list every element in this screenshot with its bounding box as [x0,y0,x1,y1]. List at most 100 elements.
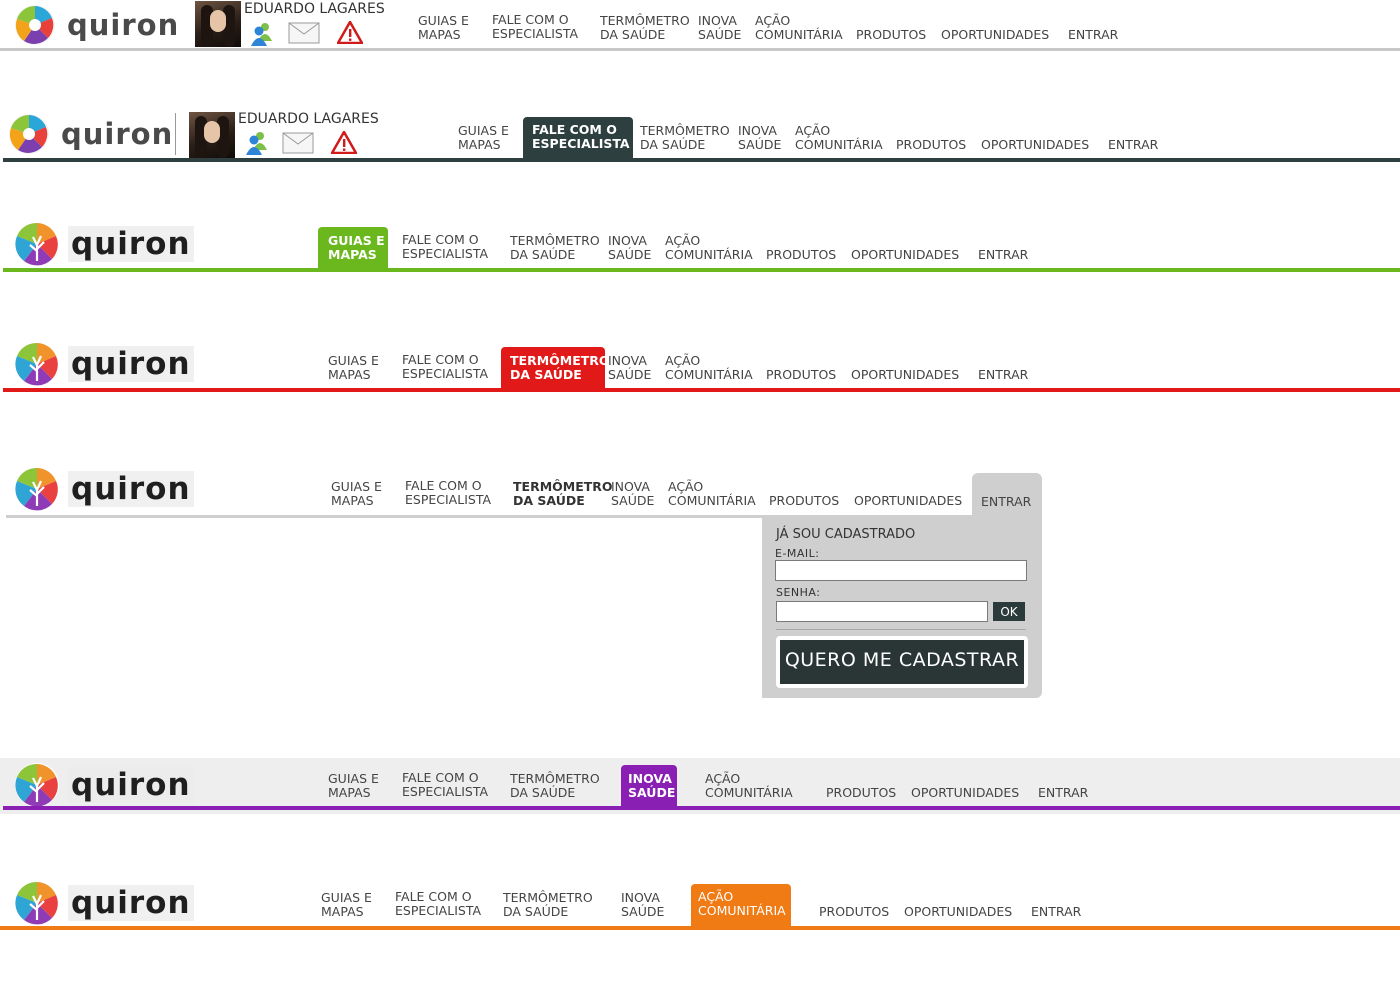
nav-produtos[interactable]: PRODUTOS [769,494,839,508]
user-avatar[interactable] [195,1,241,47]
login-separator [776,629,1026,630]
nav-entrar[interactable]: ENTRAR [1068,28,1118,42]
quiron-wordmark: quiron [68,767,194,803]
quiron-wordmark: quiron [61,117,174,151]
nav-termometro-saude[interactable]: TERMÔMETRO DA SAÚDE [510,234,600,262]
nav-oportunidades[interactable]: OPORTUNIDADES [981,138,1089,152]
nav-guias-mapas-active[interactable]: GUIAS E MAPAS [318,227,388,269]
ok-button[interactable]: OK [993,602,1025,621]
quiron-logo[interactable]: quiron [14,221,194,267]
quiron-tree-logo-icon [15,467,59,511]
quiron-tree-logo-icon [15,763,59,807]
nav-inova-saude[interactable]: INOVA SAÚDE [698,14,741,42]
nav-acao-comunitaria[interactable]: AÇÃO COMUNITÁRIA [755,14,843,42]
nav-guias-mapas[interactable]: GUIAS E MAPAS [328,354,379,382]
nav-entrar[interactable]: ENTRAR [1108,138,1158,152]
quiron-logo[interactable]: quiron [14,341,194,387]
nav-entrar[interactable]: ENTRAR [978,368,1028,382]
nav-guias-mapas[interactable]: GUIAS E MAPAS [418,14,469,42]
quiron-logo[interactable]: quiron [14,466,194,512]
nav-entrar-active[interactable]: ENTRAR [972,473,1042,519]
quiron-tree-logo-icon [15,222,59,266]
nav-acao-comunitaria[interactable]: AÇÃO COMUNITÁRIA [665,354,753,382]
nav-underline [3,268,1400,272]
nav-inova-saude[interactable]: INOVA SAÚDE [621,891,664,919]
quiron-tree-logo-icon [15,881,59,925]
email-label: E-MAIL: [775,547,820,560]
nav-produtos[interactable]: PRODUTOS [766,248,836,262]
nav-acao-comunitaria-active[interactable]: AÇÃO COMUNITÁRIA [691,884,791,926]
quiron-wordmark: quiron [68,346,194,382]
nav-acao-comunitaria[interactable]: AÇÃO COMUNITÁRIA [795,124,883,152]
nav-oportunidades[interactable]: OPORTUNIDADES [851,368,959,382]
nav-termometro-saude[interactable]: TERMÔMETRO DA SAÚDE [600,14,690,42]
nav-guias-mapas[interactable]: GUIAS E MAPAS [331,480,382,508]
nav-guias-mapas[interactable]: GUIAS E MAPAS [458,124,509,152]
header-divider [175,113,176,155]
nav-underline [3,158,1400,162]
user-avatar[interactable] [189,112,235,158]
quiron-wordmark: quiron [68,885,194,921]
nav-underline [3,806,1400,810]
nav-fale-especialista-active[interactable]: FALE COM O ESPECIALISTA [523,117,633,160]
nav-termometro-saude[interactable]: TERMÔMETRO DA SAÚDE [640,124,730,152]
nav-fale-especialista[interactable]: FALE COM O ESPECIALISTA [405,479,491,507]
nav-produtos[interactable]: PRODUTOS [826,786,896,800]
user-name[interactable]: EDUARDO LAGARES [238,111,379,127]
user-name[interactable]: EDUARDO LAGARES [244,1,385,17]
header-variant-7: quiron AÇÃO COMUNITÁRIA GUIAS E MAPAS FALE… [0,872,1400,932]
nav-inova-saude[interactable]: INOVA SAÚDE [608,234,651,262]
quiron-logo[interactable]: quiron [14,4,182,46]
alert-icon[interactable] [337,21,363,44]
nav-termometro-saude[interactable]: TERMÔMETRO DA SAÚDE [513,480,613,508]
nav-entrar[interactable]: ENTRAR [1038,786,1088,800]
register-button[interactable]: QUERO ME CADASTRAR [776,636,1028,688]
mail-icon[interactable] [288,22,320,44]
contacts-icon[interactable] [250,21,274,47]
nav-inova-saude[interactable]: INOVA SAÚDE [608,354,651,382]
nav-termometro-saude[interactable]: TERMÔMETRO DA SAÚDE [503,891,593,919]
quiron-logo[interactable]: quiron [14,762,194,808]
nav-fale-especialista[interactable]: FALE COM O ESPECIALISTA [402,233,488,261]
nav-produtos[interactable]: PRODUTOS [896,138,966,152]
quiron-logo[interactable]: quiron [14,880,194,926]
nav-oportunidades[interactable]: OPORTUNIDADES [911,786,1019,800]
nav-acao-comunitaria[interactable]: AÇÃO COMUNITÁRIA [665,234,753,262]
nav-oportunidades[interactable]: OPORTUNIDADES [854,494,962,508]
contacts-icon[interactable] [245,130,269,156]
nav-produtos[interactable]: PRODUTOS [819,905,889,919]
nav-oportunidades[interactable]: OPORTUNIDADES [941,28,1049,42]
nav-entrar[interactable]: ENTRAR [1031,905,1081,919]
header-variant-1: quiron EDUARDO LAGARES GUIAS E MAPAS FALE… [0,0,1400,55]
nav-termometro-saude[interactable]: TERMÔMETRO DA SAÚDE [510,772,600,800]
header-variant-5: quiron GUIAS E MAPAS FALE COM O ESPECIALIS… [0,460,1400,705]
nav-acao-comunitaria[interactable]: AÇÃO COMUNITÁRIA [705,772,793,800]
nav-guias-mapas[interactable]: GUIAS E MAPAS [321,891,372,919]
nav-guias-mapas[interactable]: GUIAS E MAPAS [328,772,379,800]
quiron-wordmark: quiron [68,226,194,262]
password-field[interactable] [776,601,988,622]
mail-icon[interactable] [282,132,314,154]
nav-entrar[interactable]: ENTRAR [978,248,1028,262]
quiron-logo[interactable]: quiron [8,113,176,155]
nav-fale-especialista[interactable]: FALE COM O ESPECIALISTA [492,13,578,41]
nav-produtos[interactable]: PRODUTOS [856,28,926,42]
nav-inova-saude[interactable]: INOVA SAÚDE [611,480,654,508]
nav-oportunidades[interactable]: OPORTUNIDADES [904,905,1012,919]
nav-oportunidades[interactable]: OPORTUNIDADES [851,248,959,262]
header-variant-6: quiron INOVA SAÚDE GUIAS E MAPAS FALE COM … [0,758,1400,814]
nav-fale-especialista[interactable]: FALE COM O ESPECIALISTA [402,771,488,799]
quiron-logo-icon [9,114,49,154]
nav-produtos[interactable]: PRODUTOS [766,368,836,382]
nav-acao-comunitaria[interactable]: AÇÃO COMUNITÁRIA [668,480,756,508]
nav-inova-saude-active[interactable]: INOVA SAÚDE [621,765,677,807]
alert-icon[interactable] [331,131,357,154]
email-field[interactable] [775,560,1027,581]
nav-underline [3,388,1400,392]
nav-inova-saude[interactable]: INOVA SAÚDE [738,124,781,152]
quiron-wordmark: quiron [67,8,180,42]
nav-fale-especialista[interactable]: FALE COM O ESPECIALISTA [395,890,481,918]
quiron-wordmark: quiron [68,471,194,507]
nav-fale-especialista[interactable]: FALE COM O ESPECIALISTA [402,353,488,381]
nav-termometro-saude-active[interactable]: TERMÔMETRO DA SAÚDE [501,347,610,389]
